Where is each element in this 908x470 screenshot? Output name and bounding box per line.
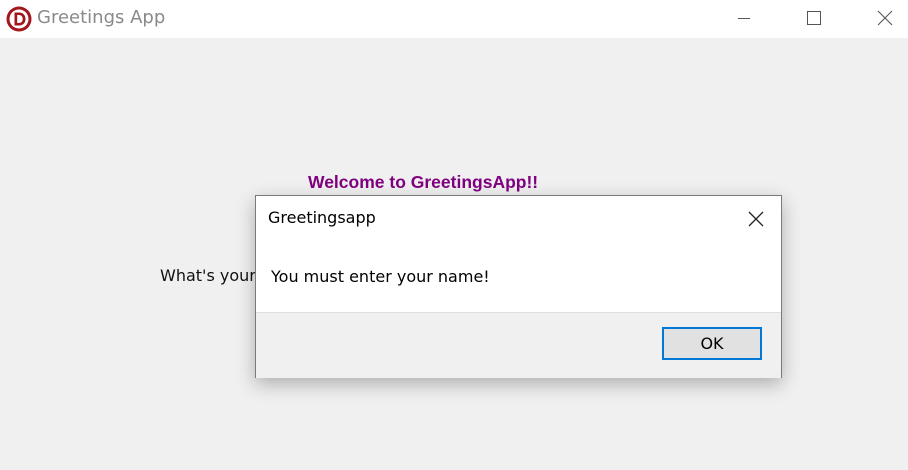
dialog-title: Greetingsapp [268, 208, 376, 227]
window-title: Greetings App [37, 7, 166, 28]
ok-button[interactable]: OK [662, 327, 762, 360]
close-window-button[interactable] [862, 0, 908, 36]
app-logo-d-icon [6, 6, 32, 32]
close-icon [748, 211, 764, 227]
minimize-icon [738, 18, 750, 19]
greetings-app-window: Greetings App Welcome to GreetingsApp!! … [0, 0, 908, 470]
title-bar[interactable]: Greetings App [0, 0, 908, 38]
dialog-close-button[interactable] [741, 204, 771, 234]
name-prompt-label: What's your [160, 266, 256, 285]
message-dialog: Greetingsapp You must enter your name! O… [255, 195, 782, 378]
welcome-heading: Welcome to GreetingsApp!! [308, 172, 539, 192]
dialog-message: You must enter your name! [271, 267, 490, 286]
close-icon [877, 10, 893, 26]
dialog-footer: OK [256, 312, 781, 378]
maximize-icon [807, 11, 821, 25]
minimize-button[interactable] [721, 0, 767, 36]
maximize-button[interactable] [791, 0, 837, 36]
